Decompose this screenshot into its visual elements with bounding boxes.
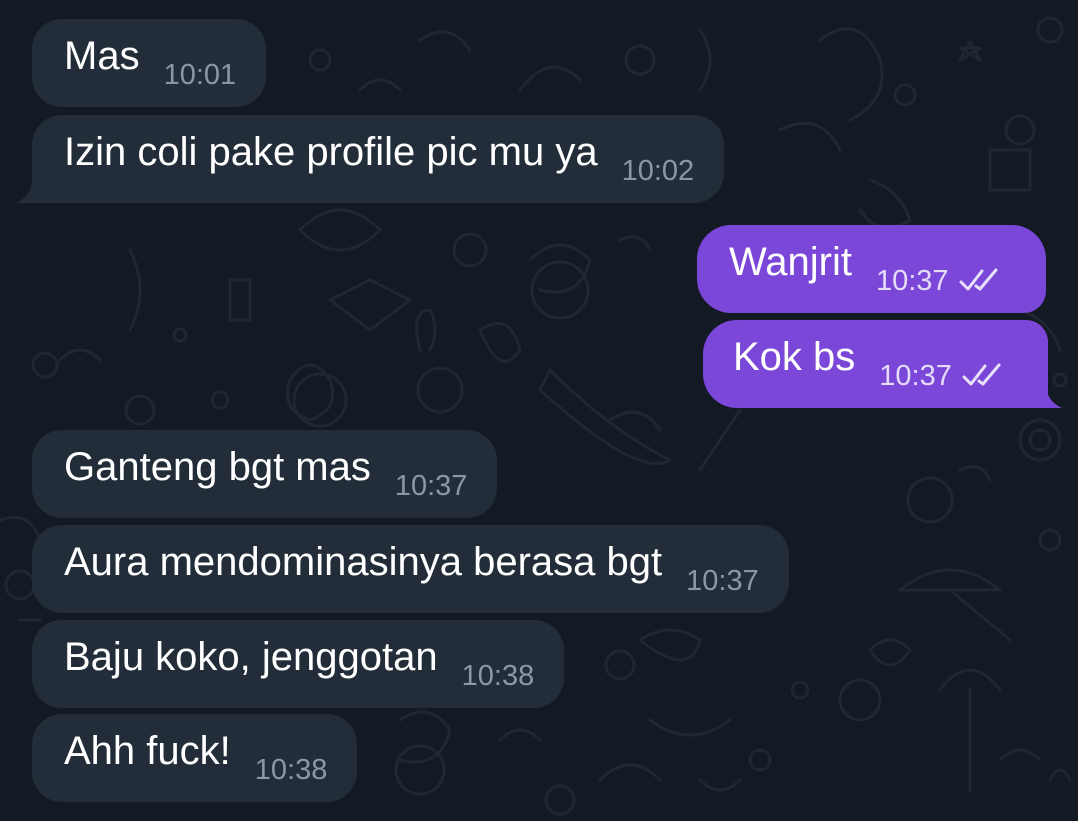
message-text: Izin coli pake profile pic mu ya <box>64 130 598 174</box>
incoming-message-bubble[interactable]: Mas 10:01 <box>32 19 267 107</box>
incoming-message-bubble[interactable]: Baju koko, jenggotan 10:38 <box>32 620 565 708</box>
message-time: 10:38 <box>254 753 328 786</box>
double-check-icon <box>959 268 998 291</box>
message-time: 10:02 <box>621 154 695 187</box>
incoming-message-bubble[interactable]: Izin coli pake profile pic mu ya 10:02 <box>32 115 725 203</box>
message-text: Ahh fuck! <box>64 729 231 773</box>
message-time: 10:37 <box>686 564 759 597</box>
message-text: Wanjrit <box>729 240 852 284</box>
bubble-tail <box>1038 387 1062 408</box>
outgoing-message-bubble[interactable]: Kok bs 10:37 <box>703 320 1048 408</box>
message-text: Kok bs <box>733 335 856 379</box>
message-time: 10:37 <box>394 469 468 502</box>
message-time: 10:37 <box>875 264 949 297</box>
message-time: 10:37 <box>879 359 952 392</box>
message-text: Aura mendominasinya berasa bgt <box>64 540 663 584</box>
incoming-message-bubble[interactable]: Ganteng bgt mas 10:37 <box>32 430 498 518</box>
message-text: Ganteng bgt mas <box>64 445 371 489</box>
double-check-icon <box>962 363 1001 386</box>
message-time: 10:38 <box>461 659 535 692</box>
message-text: Mas <box>64 34 140 78</box>
incoming-message-bubble[interactable]: Aura mendominasinya berasa bgt 10:37 <box>32 525 789 613</box>
incoming-message-bubble[interactable]: Ahh fuck! 10:38 <box>32 714 358 802</box>
message-time: 10:01 <box>163 58 237 91</box>
message-text: Baju koko, jenggotan <box>64 635 438 679</box>
bubble-tail <box>16 182 38 203</box>
outgoing-message-bubble[interactable]: Wanjrit 10:37 <box>697 225 1046 313</box>
